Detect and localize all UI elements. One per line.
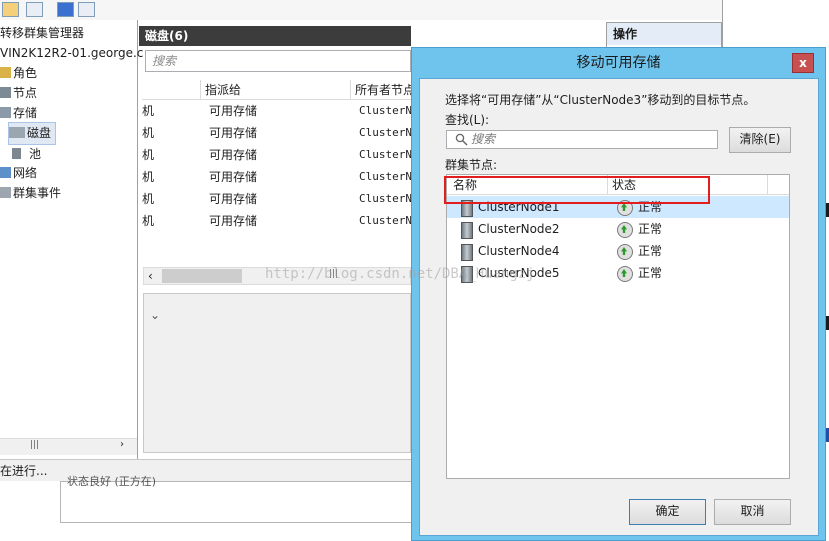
console-icon[interactable]	[26, 2, 43, 17]
lower-pane: 状态良好 (正方在)	[60, 475, 412, 523]
tree-item-label: 存储	[13, 106, 38, 120]
search-icon	[455, 133, 468, 146]
status-bar: 在进行...	[0, 459, 412, 481]
tree-item-label: 角色	[13, 66, 38, 80]
find-label: 查找(L):	[445, 113, 490, 127]
disk-owner-cell: ClusterNc	[359, 214, 411, 227]
scroll-thumb[interactable]	[162, 269, 242, 283]
highlight-box	[444, 176, 710, 204]
disk-name-cell: 机	[142, 214, 155, 228]
chevron-down-icon[interactable]: ⌄	[150, 308, 160, 322]
scroll-left-icon[interactable]: ‹	[148, 269, 153, 283]
node-name: ClusterNode2	[478, 222, 560, 236]
disk-assigned-cell: 可用存储	[209, 148, 258, 162]
disk-assigned-cell: 可用存储	[209, 192, 258, 206]
events-icon	[0, 187, 11, 198]
dialog-title: 移动可用存储	[576, 55, 661, 71]
close-button[interactable]: x	[792, 53, 814, 73]
node-status: 正常	[638, 266, 663, 280]
disk-row[interactable]: 机 可用存储 ClusterNc	[142, 100, 411, 122]
node-status: 正常	[638, 222, 663, 236]
right-window-strip	[722, 0, 829, 48]
tree-item-label: 节点	[13, 86, 38, 100]
storage-icon	[0, 107, 11, 118]
status-up-icon	[617, 222, 633, 238]
panel-icon[interactable]	[78, 2, 95, 17]
cluster-nodes-label: 群集节点:	[445, 158, 498, 172]
disk-assigned-cell: 可用存储	[209, 214, 258, 228]
status-up-icon	[617, 244, 633, 260]
search-placeholder: 搜索	[471, 132, 496, 146]
disk-assigned-cell: 可用存储	[209, 126, 258, 140]
disk-row[interactable]: 机 可用存储 ClusterNc	[142, 166, 411, 188]
network-icon	[0, 167, 11, 178]
tree-item-nodes[interactable]: 节点	[0, 83, 37, 103]
ok-button[interactable]: 确定	[629, 499, 706, 525]
tree-item-pools[interactable]: 池	[12, 144, 41, 164]
tree-item-label: 池	[29, 147, 42, 161]
tree-item-roles[interactable]: 角色	[0, 63, 37, 83]
tree-item-networks[interactable]: 网络	[0, 163, 37, 183]
scroll-grip-icon: |||	[30, 440, 40, 450]
tree-item-events[interactable]: 群集事件	[0, 183, 61, 203]
disk-assigned-cell: 可用存储	[209, 104, 258, 118]
disk-row[interactable]: 机 可用存储 ClusterNc	[142, 122, 411, 144]
server-icon	[461, 244, 473, 261]
move-storage-dialog: 移动可用存储 x 选择将“可用存储”从“ClusterNode3”移动到的目标节…	[411, 47, 826, 541]
tree-item-label: 磁盘	[27, 126, 52, 140]
tree-header[interactable]: 转移群集管理器	[0, 23, 84, 43]
scroll-right-icon[interactable]: ›	[120, 439, 124, 450]
cluster-node-list: 名称 状态 ClusterNode1 正常 ClusterNode2 正常 Cluste…	[446, 174, 790, 479]
cancel-button[interactable]: 取消	[714, 499, 791, 525]
disk-name-cell: 机	[142, 170, 155, 184]
tree-item-label: 群集事件	[13, 186, 62, 200]
disk-owner-cell: ClusterNc	[359, 192, 411, 205]
node-name: ClusterNode4	[478, 244, 560, 258]
clear-button[interactable]: 清除(E)	[729, 127, 791, 153]
navigation-tree: 转移群集管理器 VIN2K12R2-01.george.c 角色 节点 存储 磁…	[0, 20, 143, 460]
disk-name-cell: 机	[142, 148, 155, 162]
node-status: 正常	[638, 244, 663, 258]
disk-row[interactable]: 机 可用存储 ClusterNc	[142, 144, 411, 166]
column-assigned[interactable]: 指派给	[200, 80, 355, 100]
node-row[interactable]: ClusterNode2 正常	[447, 218, 789, 240]
nodes-icon	[0, 87, 11, 98]
disk-name-cell: 机	[142, 104, 155, 118]
disk-name-cell: 机	[142, 126, 155, 140]
disk-search-input[interactable]: 搜索	[145, 50, 411, 72]
tree-item-label: 网络	[13, 166, 38, 180]
disk-icon	[9, 127, 25, 138]
folder-icon[interactable]	[2, 2, 19, 17]
detail-pane: ⌄	[143, 293, 411, 453]
disk-name-cell: 机	[142, 192, 155, 206]
node-row[interactable]: ClusterNode4 正常	[447, 240, 789, 262]
help-icon[interactable]	[57, 2, 74, 17]
disk-owner-cell: ClusterNc	[359, 104, 411, 117]
server-icon	[461, 222, 473, 239]
roles-icon	[0, 67, 11, 78]
dialog-body: 选择将“可用存储”从“ClusterNode3”移动到的目标节点。 查找(L):…	[419, 78, 819, 536]
node-search-input[interactable]: 搜索	[446, 130, 718, 149]
tree-server[interactable]: VIN2K12R2-01.george.c	[0, 43, 143, 63]
disk-row[interactable]: 机 可用存储 ClusterNc	[142, 210, 411, 232]
status-up-icon	[617, 266, 633, 282]
column-spacer	[767, 175, 794, 195]
disk-owner-cell: ClusterNc	[359, 170, 411, 183]
disk-assigned-cell: 可用存储	[209, 170, 258, 184]
tree-item-storage[interactable]: 存储	[0, 103, 37, 123]
toolbar	[0, 0, 722, 20]
disk-row[interactable]: 机 可用存储 ClusterNc	[142, 188, 411, 210]
tree-horizontal-scrollbar[interactable]: › |||	[0, 438, 137, 455]
disk-panel-title: 磁盘(6)	[139, 26, 411, 46]
instruction-text: 选择将“可用存储”从“ClusterNode3”移动到的目标节点。	[445, 93, 756, 107]
disk-owner-cell: ClusterNc	[359, 126, 411, 139]
disk-column-headers: 指派给 所有者节点	[142, 80, 415, 100]
disk-owner-cell: ClusterNc	[359, 148, 411, 161]
watermark-text: http://blog.csdn.net/DBA_Huangzj	[265, 266, 535, 282]
status-text: 状态良好 (正方在)	[67, 475, 157, 488]
tree-item-disks[interactable]: 磁盘	[8, 122, 57, 145]
column-owner[interactable]: 所有者节点	[350, 80, 416, 100]
pool-icon	[12, 148, 21, 159]
actions-title: 操作	[607, 23, 721, 45]
